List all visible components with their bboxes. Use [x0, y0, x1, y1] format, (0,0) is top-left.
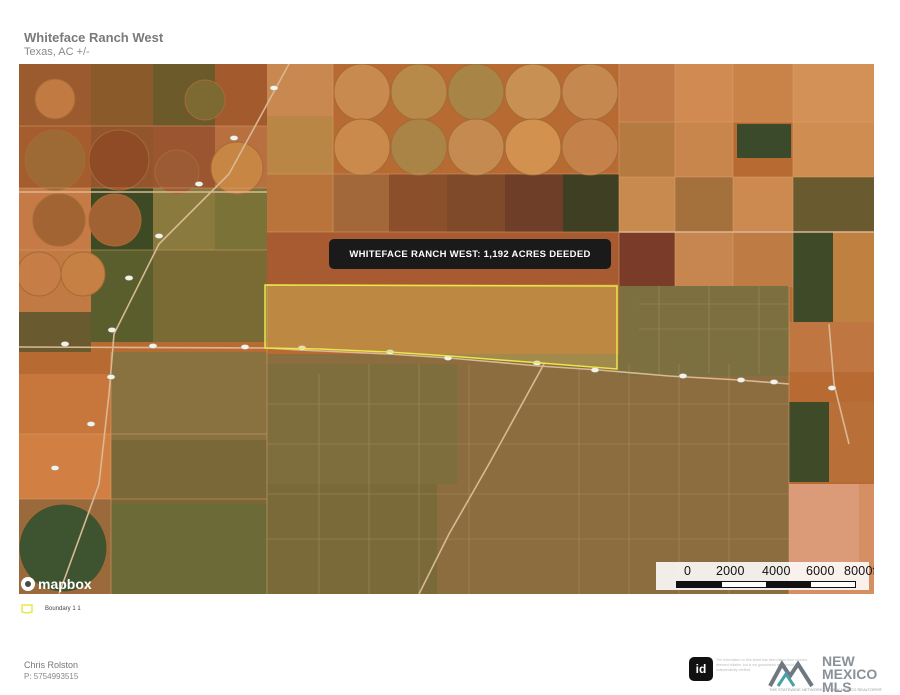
- boundary-swatch-icon: [21, 604, 33, 614]
- scale-label-6000: 6000: [806, 564, 835, 578]
- page-title: Whiteface Ranch West: [24, 30, 164, 45]
- map-legend: Boundary 1 1: [21, 604, 81, 614]
- legend-label: Boundary 1 1: [45, 606, 81, 612]
- mapbox-label: mapbox: [38, 576, 92, 592]
- scale-bar-graphic: [676, 581, 856, 588]
- nm-mls-mark-icon: [768, 660, 814, 688]
- scale-bar: 0 2000 4000 6000 8000ft: [656, 562, 874, 590]
- scale-label-2000: 2000: [716, 564, 745, 578]
- parcel-callout: WHITEFACE RANCH WEST: 1,192 ACRES DEEDED: [329, 239, 611, 269]
- nm-mls-logo: NEW MEXICO MLS THE STATEWIDE NETWORK OF …: [768, 654, 896, 694]
- agent-name: Chris Rolston: [24, 660, 79, 670]
- satellite-map[interactable]: WHITEFACE RANCH WEST: 1,192 ACRES DEEDED…: [19, 64, 874, 594]
- scale-label-8000ft: 8000ft: [844, 564, 874, 578]
- map-imagery: [19, 64, 874, 594]
- agent-phone: P: 5754993515: [24, 672, 79, 681]
- page-subtitle: Texas, AC +/-: [24, 46, 90, 58]
- mapbox-icon: [21, 577, 35, 591]
- scale-label-4000: 4000: [762, 564, 791, 578]
- nm-mls-tagline: THE STATEWIDE NETWORK OF NEW MEXICO REAL…: [769, 687, 882, 692]
- scale-label-0: 0: [684, 564, 692, 578]
- id-badge-icon: id: [689, 657, 713, 681]
- mapbox-logo[interactable]: mapbox: [21, 576, 92, 592]
